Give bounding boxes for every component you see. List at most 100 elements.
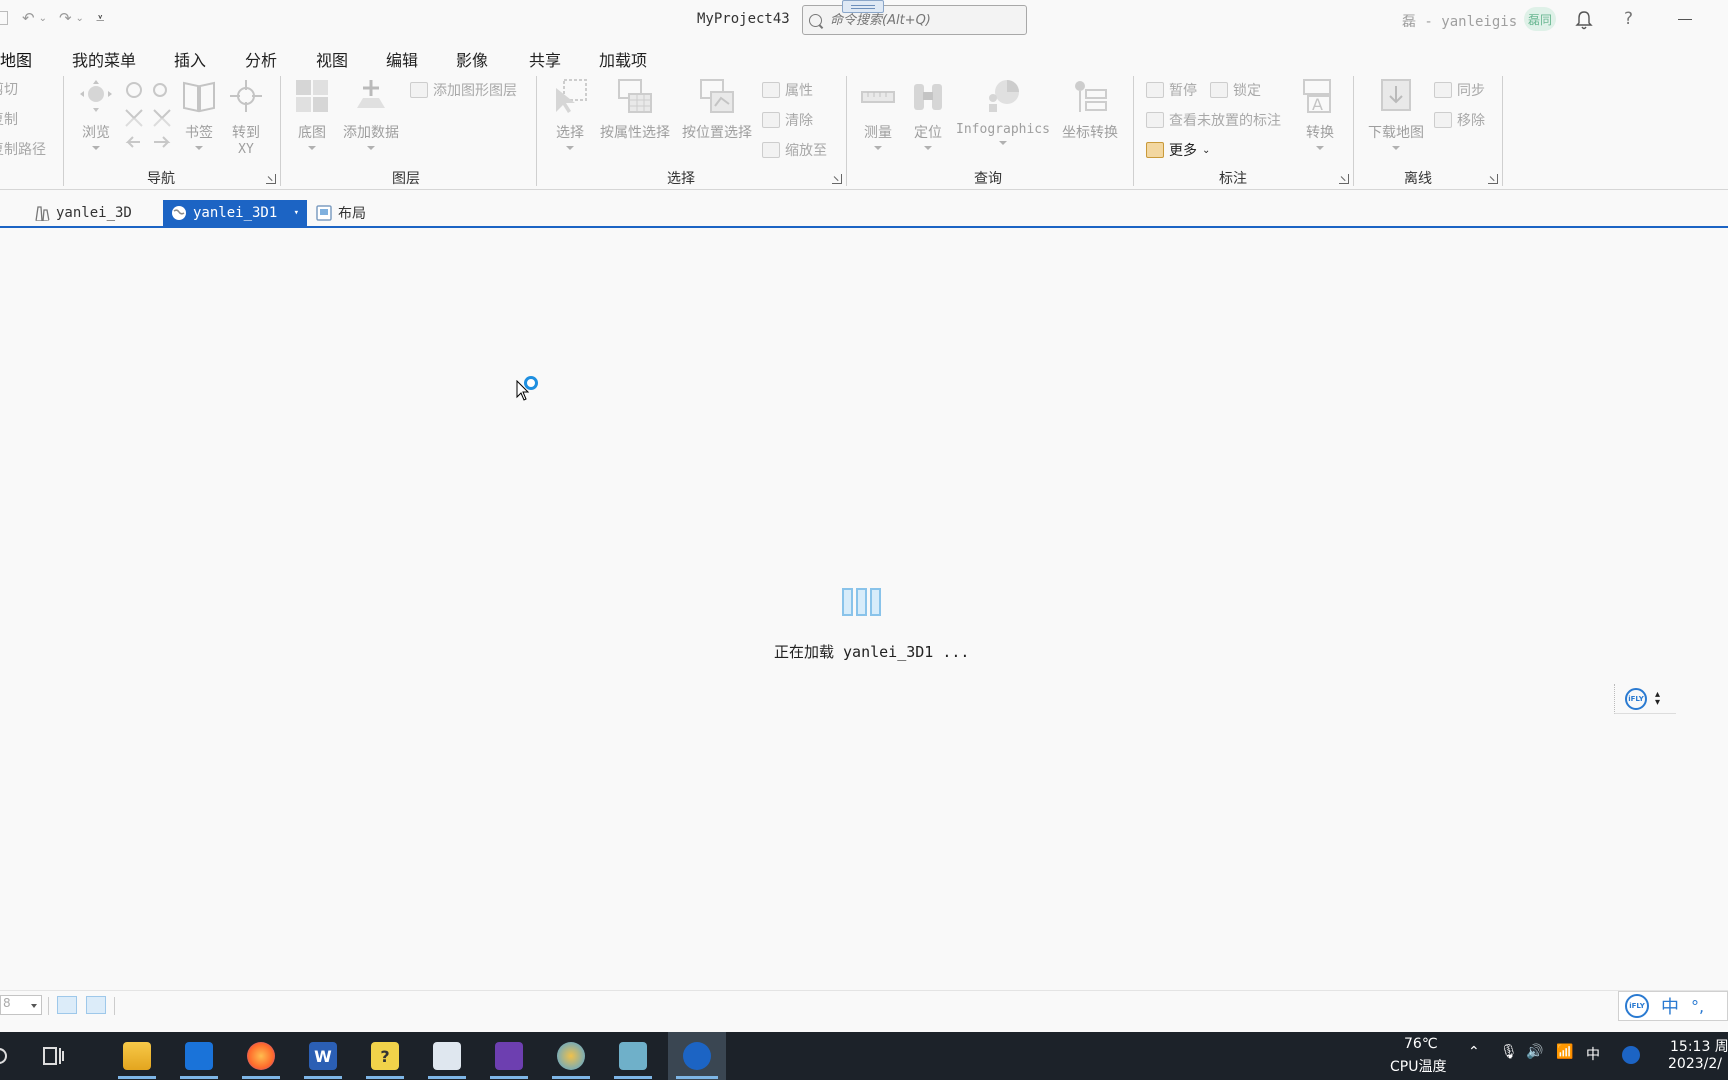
visual-studio-icon[interactable] — [482, 1032, 536, 1080]
paint-icon[interactable] — [544, 1032, 598, 1080]
ime-settings-icon[interactable]: °, — [1691, 997, 1704, 1016]
clock-time[interactable]: 15:13 周 — [1670, 1036, 1728, 1056]
copy-button[interactable]: 复制 — [0, 109, 18, 129]
speaker-icon[interactable]: 🔊 — [1526, 1044, 1543, 1060]
select-button[interactable]: 选择 — [550, 78, 590, 150]
measure-button[interactable]: 测量 — [856, 78, 900, 150]
scene-building-icon — [35, 206, 50, 221]
group-label-labeling: 标注 — [1219, 171, 1247, 187]
view-unplaced-labels-button[interactable]: 查看未放置的标注 — [1146, 110, 1281, 130]
layout-page-icon — [316, 205, 332, 221]
tab-yanlei-3d1[interactable]: yanlei_3D1 ▾ — [163, 200, 307, 226]
help-app-icon[interactable]: ? — [358, 1032, 412, 1080]
group-label-offline: 离线 — [1404, 171, 1432, 187]
clear-selection-button[interactable]: 清除 — [762, 110, 813, 130]
clock-date[interactable]: 2023/2/ — [1668, 1056, 1722, 1072]
avatar[interactable]: 磊同 — [1524, 7, 1556, 31]
group-label-inquiry: 查询 — [974, 171, 1002, 187]
grid-snapping-icon[interactable] — [86, 996, 106, 1014]
app-icon[interactable] — [606, 1032, 660, 1080]
input-method-indicator[interactable]: 中 — [1586, 1044, 1600, 1064]
tab-edit[interactable]: 编辑 — [386, 43, 418, 75]
select-by-attributes-button[interactable]: 按属性选择 — [596, 78, 674, 142]
file-explorer-icon[interactable] — [110, 1032, 164, 1080]
lock-labels-button[interactable]: 锁定 — [1210, 80, 1261, 100]
pause-labeling-button[interactable]: 暂停 — [1146, 80, 1197, 100]
locate-button[interactable]: 定位 — [906, 78, 950, 150]
firefox-icon[interactable] — [234, 1032, 288, 1080]
network-icon[interactable]: 📶 — [1556, 1044, 1573, 1060]
tab-layout[interactable]: 布局 — [308, 200, 374, 226]
dialog-launcher-icon[interactable] — [1488, 174, 1498, 184]
notification-bell-icon[interactable] — [1573, 9, 1595, 31]
dialog-launcher-icon[interactable] — [266, 174, 276, 184]
tab-analysis[interactable]: 分析 — [245, 43, 277, 75]
signed-in-user[interactable]: 磊 - yanleigis — [1402, 11, 1517, 31]
dialog-launcher-icon[interactable] — [832, 174, 842, 184]
basemap-button[interactable]: 底图 — [290, 78, 334, 150]
tab-my-menu[interactable]: 我的菜单 — [72, 43, 136, 75]
remove-offline-button[interactable]: 移除 — [1434, 110, 1485, 130]
ime-mode-chinese[interactable]: 中 — [1661, 993, 1679, 1019]
word-icon[interactable]: W — [296, 1032, 350, 1080]
infographics-pie-icon — [989, 80, 1019, 112]
explore-button[interactable]: 浏览 — [74, 78, 118, 150]
microphone-icon[interactable]: 🎙 — [1500, 1044, 1518, 1060]
snapping-icon[interactable] — [57, 996, 77, 1014]
copy-path-button[interactable]: 复制路径 — [0, 139, 46, 159]
task-view-icon[interactable] — [26, 1032, 80, 1080]
coordinate-conversion-button[interactable]: 坐标转换 — [1056, 78, 1124, 142]
command-search-box[interactable] — [802, 5, 1027, 35]
download-map-button[interactable]: 下载地图 — [1364, 78, 1428, 150]
ifly-tray-icon[interactable] — [1622, 1046, 1640, 1064]
bookmarks-button[interactable]: 书签 — [176, 78, 222, 150]
command-search-input[interactable] — [830, 12, 1010, 28]
arcgis-pro-icon[interactable] — [668, 1032, 726, 1080]
infographics-button[interactable]: Infographics — [954, 78, 1052, 145]
undo-dropdown-icon[interactable]: ⌄ — [39, 13, 47, 24]
minimize-button[interactable] — [1678, 19, 1692, 20]
group-separator — [1133, 76, 1134, 186]
sort-arrows-icon[interactable]: ▴ ▾ — [1655, 689, 1660, 707]
scale-selector[interactable]: 8 — [0, 995, 42, 1015]
zoom-to-selection-button[interactable]: 缩放至 — [762, 140, 827, 160]
chevron-up-icon[interactable]: ⌃ — [1468, 1044, 1480, 1060]
undo-icon[interactable]: ↶ — [22, 9, 35, 27]
group-separator — [1502, 76, 1503, 186]
navigation-arrows-icon[interactable] — [122, 80, 174, 158]
customize-toolbar-icon[interactable]: ⩡ — [96, 9, 104, 27]
more-labeling-button[interactable]: 更多 ⌄ — [1146, 140, 1210, 160]
convert-labels-button[interactable]: A 转换 — [1298, 78, 1342, 150]
add-data-button[interactable]: 添加数据 — [338, 78, 404, 150]
redo-icon[interactable]: ↷ — [59, 9, 72, 27]
tab-addins[interactable]: 加载项 — [599, 43, 647, 75]
window-title: MyProject43 — [697, 11, 790, 27]
tab-imagery[interactable]: 影像 — [456, 43, 488, 75]
ifly-floating-widget[interactable]: iFLY ▴ ▾ — [1614, 684, 1676, 714]
tab-view[interactable]: 视图 — [316, 43, 348, 75]
group-separator — [536, 76, 537, 186]
sync-button[interactable]: 同步 — [1434, 80, 1485, 100]
tab-insert[interactable]: 插入 — [174, 43, 206, 75]
add-graphics-layer-button[interactable]: 添加图形图层 — [410, 80, 517, 100]
chevron-down-icon — [195, 146, 203, 150]
tab-yanlei-3d[interactable]: yanlei_3D — [26, 200, 140, 226]
video-app-icon[interactable] — [172, 1032, 226, 1080]
tab-dropdown-icon[interactable]: ▾ — [294, 208, 299, 218]
tab-share[interactable]: 共享 — [529, 43, 561, 75]
redo-dropdown-icon[interactable]: ⌄ — [76, 13, 84, 24]
window-drag-grip-icon[interactable] — [842, 0, 884, 13]
document-viewer-icon[interactable] — [420, 1032, 474, 1080]
search-icon[interactable] — [0, 1032, 26, 1080]
ime-toolbar[interactable]: iFLY 中 °, — [1618, 991, 1728, 1021]
select-by-location-button[interactable]: 按位置选择 — [678, 78, 756, 142]
dialog-launcher-icon[interactable] — [1339, 174, 1349, 184]
busy-spinner-icon — [524, 376, 538, 390]
goto-xy-button[interactable]: 转到 XY — [226, 78, 266, 157]
save-icon[interactable] — [0, 11, 8, 25]
group-separator — [1353, 76, 1354, 186]
cut-button[interactable]: 剪切 — [0, 79, 18, 99]
chevron-down-icon — [92, 146, 100, 150]
attributes-button[interactable]: 属性 — [762, 80, 813, 100]
help-button[interactable]: ? — [1624, 9, 1633, 29]
